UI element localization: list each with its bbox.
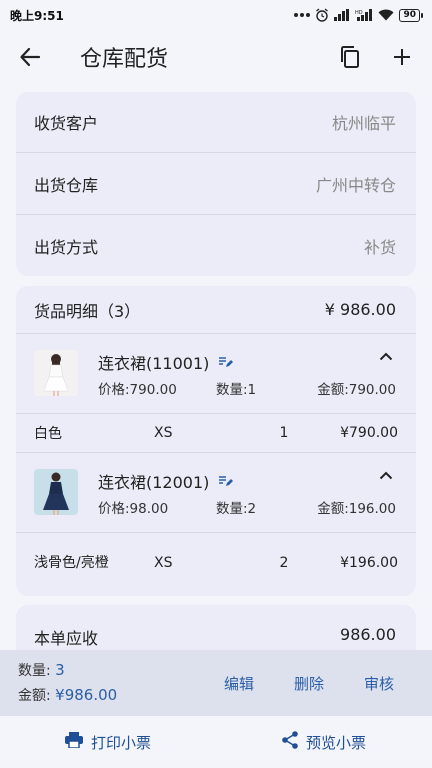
summary-amount: 金额: ¥986.00 xyxy=(18,683,117,708)
receivable-value: 986.00 xyxy=(340,625,396,644)
goods-item-price: 价格:790.00 xyxy=(98,382,177,398)
warehouse-label: 出货仓库 xyxy=(34,175,99,195)
goods-detail-label: 货品明细（3） xyxy=(34,301,141,321)
variant-size: XS xyxy=(154,425,173,441)
goods-detail-total: ¥ 986.00 xyxy=(324,300,396,319)
print-receipt-label: 打印小票 xyxy=(90,733,151,752)
goods-item[interactable]: 连衣裙(11001) 价格:790.00 数量:1 金额:790.00 xyxy=(16,334,416,414)
order-info-card: 收货客户 杭州临平 出货仓库 广州中转仓 出货方式 补货 xyxy=(16,92,416,276)
copy-icon[interactable] xyxy=(334,41,366,73)
summary-bar: 数量: 3 金额: ¥986.00 编辑 删除 审核 xyxy=(0,650,432,716)
product-thumbnail-white-dress xyxy=(34,350,78,396)
customer-row[interactable]: 收货客户 杭州临平 xyxy=(16,92,416,153)
summary-amount-value: ¥986.00 xyxy=(55,686,118,704)
goods-item-info: 价格:98.00 数量:2 金额:196.00 xyxy=(98,497,396,517)
summary-actions: 编辑 删除 审核 xyxy=(204,673,414,694)
variant-row: 浅骨色/亮橙 XS 2 ¥196.00 xyxy=(16,533,416,593)
wifi-icon xyxy=(378,9,394,21)
goods-item-info: 价格:790.00 数量:1 金额:790.00 xyxy=(98,378,396,398)
chevron-up-icon[interactable] xyxy=(376,346,396,366)
goods-item-amount: 金额:196.00 xyxy=(317,501,396,517)
variant-amount: ¥790.00 xyxy=(340,425,398,441)
variant-color: 白色 xyxy=(34,426,62,442)
variant-qty: 1 xyxy=(279,425,289,441)
edit-button[interactable]: 编辑 xyxy=(204,673,274,694)
chevron-up-icon[interactable] xyxy=(376,465,396,485)
summary-qty: 数量: 3 xyxy=(18,658,117,683)
status-bar: 晚上9:51 HD 90 xyxy=(0,0,432,30)
goods-item-name: 连衣裙(11001) xyxy=(98,354,210,373)
warehouse-row[interactable]: 出货仓库 广州中转仓 xyxy=(16,153,416,215)
goods-detail-card: 货品明细（3） ¥ 986.00 连衣裙(11001) 价格:790.00 数量… xyxy=(16,286,416,596)
add-icon[interactable] xyxy=(386,41,418,73)
bottom-bar: 打印小票 预览小票 xyxy=(0,716,432,768)
goods-item-price: 价格:98.00 xyxy=(98,501,169,517)
goods-item-qty: 数量:2 xyxy=(216,501,257,517)
variant-color: 浅骨色/亮橙 xyxy=(34,555,109,571)
summary-qty-label: 数量: xyxy=(18,663,51,679)
back-arrow-icon[interactable] xyxy=(14,41,46,73)
customer-value: 杭州临平 xyxy=(331,114,396,133)
variant-size: XS xyxy=(154,555,173,571)
status-time: 晚上9:51 xyxy=(10,8,64,23)
method-row[interactable]: 出货方式 补货 xyxy=(16,215,416,276)
goods-detail-header: 货品明细（3） ¥ 986.00 xyxy=(16,286,416,334)
battery-indicator: 90 xyxy=(399,8,423,22)
alarm-icon xyxy=(315,8,329,22)
printer-icon xyxy=(64,732,83,752)
cell-signal-icon xyxy=(334,9,350,21)
goods-item[interactable]: 连衣裙(12001) 价格:98.00 数量:2 金额:196.00 xyxy=(16,453,416,533)
receivable-label: 本单应收 xyxy=(34,629,99,648)
goods-item-body: 连衣裙(11001) 价格:790.00 数量:1 金额:790.00 xyxy=(98,350,396,398)
edit-note-icon[interactable] xyxy=(219,475,234,487)
summary-amount-label: 金额: xyxy=(18,688,51,704)
more-dots-icon xyxy=(294,12,311,18)
status-icons: HD 90 xyxy=(294,8,423,22)
hd-signal-icon: HD xyxy=(355,9,373,21)
goods-item-qty: 数量:1 xyxy=(216,382,257,398)
page-title: 仓库配货 xyxy=(80,47,169,72)
variant-amount: ¥196.00 xyxy=(340,555,398,571)
summary-qty-value: 3 xyxy=(55,661,65,679)
goods-item-title: 连衣裙(12001) xyxy=(98,469,396,493)
preview-receipt-label: 预览小票 xyxy=(305,733,366,752)
print-receipt-button[interactable]: 打印小票 xyxy=(0,732,216,753)
product-thumbnail-navy-dress xyxy=(34,469,78,515)
goods-item-body: 连衣裙(12001) 价格:98.00 数量:2 金额:196.00 xyxy=(98,469,396,517)
goods-item-amount: 金额:790.00 xyxy=(317,382,396,398)
delete-button[interactable]: 删除 xyxy=(274,673,344,694)
goods-item-title: 连衣裙(11001) xyxy=(98,350,396,374)
method-value: 补货 xyxy=(363,237,396,257)
method-label: 出货方式 xyxy=(34,237,99,257)
preview-receipt-button[interactable]: 预览小票 xyxy=(216,731,432,753)
customer-label: 收货客户 xyxy=(34,114,99,133)
variant-qty: 2 xyxy=(279,555,289,571)
warehouse-value: 广州中转仓 xyxy=(315,175,396,195)
summary-totals: 数量: 3 金额: ¥986.00 xyxy=(18,658,117,708)
share-icon xyxy=(282,731,298,753)
goods-item-name: 连衣裙(12001) xyxy=(98,473,210,492)
variant-row: 白色 XS 1 ¥790.00 xyxy=(16,414,416,453)
edit-note-icon[interactable] xyxy=(219,356,234,368)
audit-button[interactable]: 审核 xyxy=(344,673,414,694)
app-bar: 仓库配货 xyxy=(0,30,432,84)
